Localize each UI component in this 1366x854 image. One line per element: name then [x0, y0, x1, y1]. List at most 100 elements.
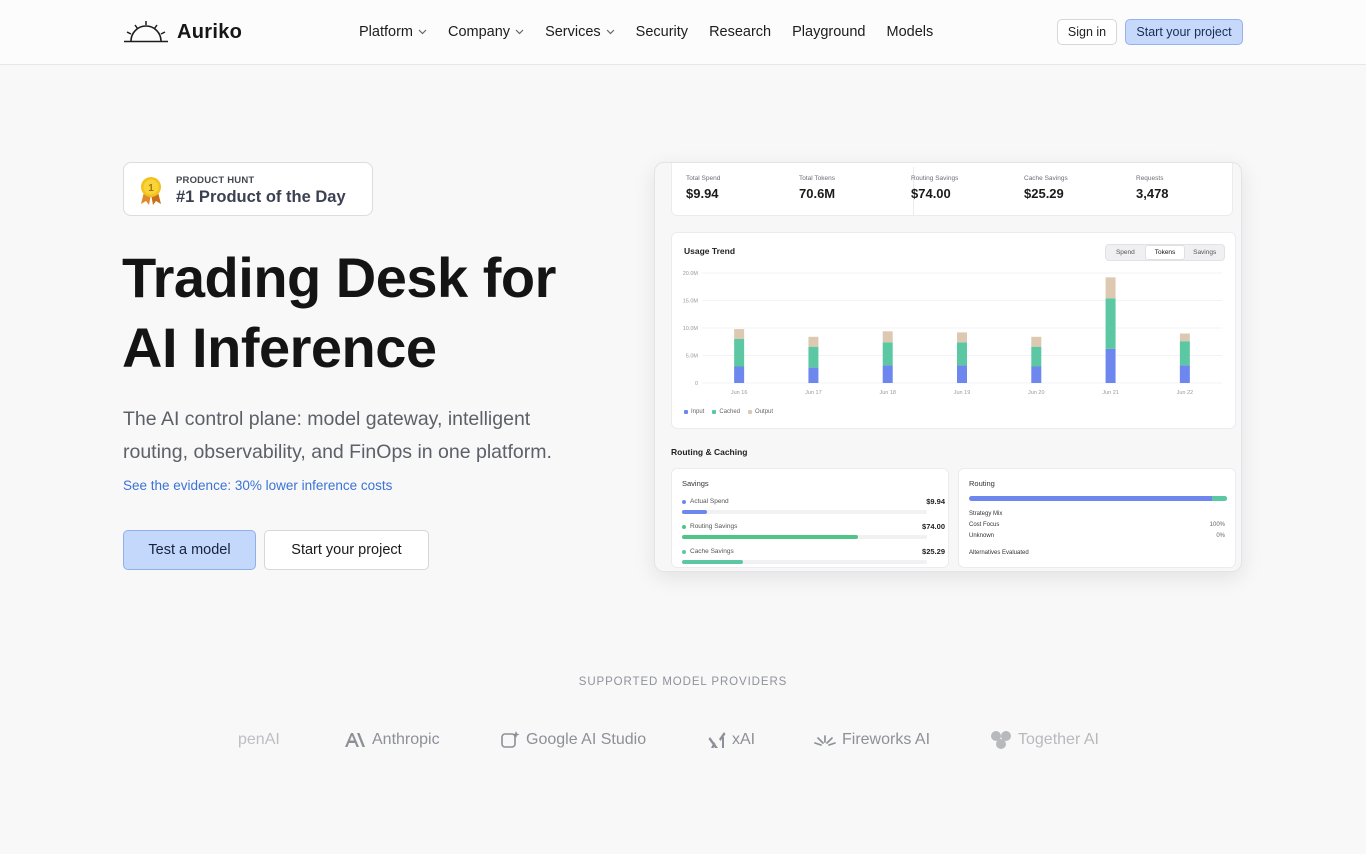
start-project-button[interactable]: Start your project — [264, 530, 429, 570]
stat-label: Requests — [1136, 175, 1164, 182]
y-tick-label: 0 — [695, 381, 698, 387]
nav-item-research[interactable]: Research — [709, 22, 771, 42]
stat-cache-savings: Cache Savings $25.29 — [1024, 175, 1068, 201]
sunrise-logo-icon — [124, 21, 168, 43]
savings-track — [682, 535, 927, 539]
nav-item-label: Company — [448, 24, 511, 40]
x-tick-label: Jun 17 — [805, 390, 822, 396]
bar-output — [734, 329, 745, 339]
usage-trend-chart: 0 5.0M 10.0M 15.0M 20.0M Jun 16 Jun 17 Jun 18 Ju… — [683, 271, 1222, 396]
bar-input — [882, 365, 893, 383]
bar-cached — [957, 342, 967, 366]
svg-text:1: 1 — [148, 183, 154, 194]
stat-requests: Requests 3,478 — [1136, 175, 1169, 201]
bar-output — [1105, 277, 1116, 299]
savings-row-text: Cache Savings — [690, 548, 734, 555]
y-tick-label: 10.0M — [683, 326, 699, 332]
badge-eyebrow: PRODUCT HUNT — [176, 175, 255, 186]
bar-cached — [1179, 341, 1190, 366]
nav-item-services[interactable]: Services — [545, 22, 615, 42]
stat-value: $9.94 — [686, 186, 719, 201]
stat-value: 3,478 — [1136, 186, 1169, 201]
bar-input — [1031, 366, 1042, 383]
hero-subtitle: The AI control plane: model gateway, int… — [123, 408, 552, 463]
xai-icon — [708, 732, 726, 748]
evidence-link[interactable]: See the evidence: 30% lower inference co… — [123, 478, 392, 493]
badge-title: #1 Product of the Day — [176, 188, 346, 206]
anthropic-icon — [345, 733, 365, 747]
product-hunt-badge[interactable]: 1 PRODUCT HUNT #1 Product of the Day — [123, 162, 373, 216]
top-navbar: Auriko Platform Company Services Security Re… — [0, 0, 1366, 65]
chevron-down-icon — [515, 29, 524, 35]
trend-tab-group: Spend Tokens Savings — [1105, 244, 1225, 261]
together-icon — [991, 731, 1011, 749]
y-tick-label: 20.0M — [683, 271, 699, 277]
x-tick-label: Jun 19 — [954, 390, 971, 396]
stats-bar: Total Spend $9.94 Total Tokens 70.6M Rou… — [671, 163, 1233, 216]
sign-in-button[interactable]: Sign in — [1057, 19, 1117, 45]
nav-item-label: Services — [545, 24, 601, 40]
hero-title: Trading Desk for AI Inference — [122, 243, 622, 383]
providers-title: SUPPORTED MODEL PROVIDERS — [578, 676, 788, 688]
savings-row-label: Cache Savings — [682, 548, 734, 555]
savings-row-label: Actual Spend — [682, 498, 729, 505]
chart-legend: Input Cached Output — [684, 409, 773, 415]
legend-label: Input — [691, 409, 705, 415]
nav-item-platform[interactable]: Platform — [359, 22, 427, 42]
stat-value: $25.29 — [1024, 186, 1064, 201]
bar-output — [1031, 336, 1042, 347]
bar-input — [734, 366, 745, 383]
savings-row-label: Routing Savings — [682, 523, 737, 530]
savings-fill-cache — [682, 560, 744, 564]
x-tick-label: Jun 21 — [1102, 390, 1119, 396]
legend-label: Cached — [719, 409, 741, 415]
bar-input — [957, 365, 967, 383]
chevron-down-icon — [606, 29, 615, 35]
y-tick-label: 5.0M — [686, 354, 699, 360]
strategy-name: Unknown — [969, 533, 995, 539]
nav-item-label: Platform — [359, 24, 413, 40]
routing-strategy-bar — [969, 496, 1227, 501]
bar-output — [1179, 333, 1190, 342]
savings-row-text: Routing Savings — [690, 523, 738, 530]
legend-label: Output — [755, 409, 774, 415]
routing-caching-title: Routing & Caching — [671, 447, 748, 457]
nav-item-label: Research — [709, 24, 772, 40]
savings-row-text: Actual Spend — [690, 498, 729, 505]
stat-label: Total Tokens — [799, 175, 836, 182]
routing-bar-secondary — [1211, 496, 1227, 501]
brand-name: Auriko — [177, 20, 243, 43]
brand-logo[interactable]: Auriko — [123, 18, 242, 46]
bar-cached — [808, 346, 819, 368]
nav-item-models[interactable]: Models — [886, 22, 933, 42]
start-project-nav-button[interactable]: Start your project — [1125, 19, 1243, 45]
provider-label: Fireworks AI — [842, 731, 931, 748]
hero-title-line-2: AI Inference — [122, 316, 437, 379]
bar-cached — [882, 342, 893, 366]
savings-row-amount: $25.29 — [922, 547, 945, 556]
legend-swatch — [684, 410, 688, 414]
nav-item-company[interactable]: Company — [448, 22, 524, 42]
provider-google-ai-studio: Google AI Studio — [500, 730, 646, 750]
routing-title: Routing — [969, 479, 995, 488]
tab-tokens[interactable]: Tokens — [1144, 245, 1186, 260]
usage-trend-card: Usage Trend Spend Tokens Savings 0 5.0M 10… — [671, 232, 1236, 429]
tab-spend[interactable]: Spend — [1106, 245, 1145, 260]
bar-output — [957, 332, 967, 343]
main-menu: Platform Company Services Security Research P… — [359, 22, 954, 42]
strategy-name: Cost Focus — [969, 522, 1000, 528]
stat-total-tokens: Total Tokens 70.6M — [799, 175, 835, 201]
tab-savings[interactable]: Savings — [1185, 245, 1224, 260]
fireworks-icon — [814, 735, 836, 746]
test-model-button[interactable]: Test a model — [123, 530, 256, 570]
nav-item-security[interactable]: Security — [636, 22, 688, 42]
provider-label: Anthropic — [372, 731, 440, 748]
provider-label: Together AI — [1018, 731, 1099, 748]
x-tick-label: Jun 18 — [879, 390, 896, 396]
savings-dot — [682, 524, 686, 529]
stat-label: Routing Savings — [911, 175, 959, 182]
bar-cached — [1031, 346, 1042, 367]
nav-item-playground[interactable]: Playground — [792, 22, 865, 42]
routing-panel: Routing Strategy Mix Cost Focus 100% Unk… — [958, 468, 1236, 568]
medal-icon: 1 — [141, 177, 161, 205]
